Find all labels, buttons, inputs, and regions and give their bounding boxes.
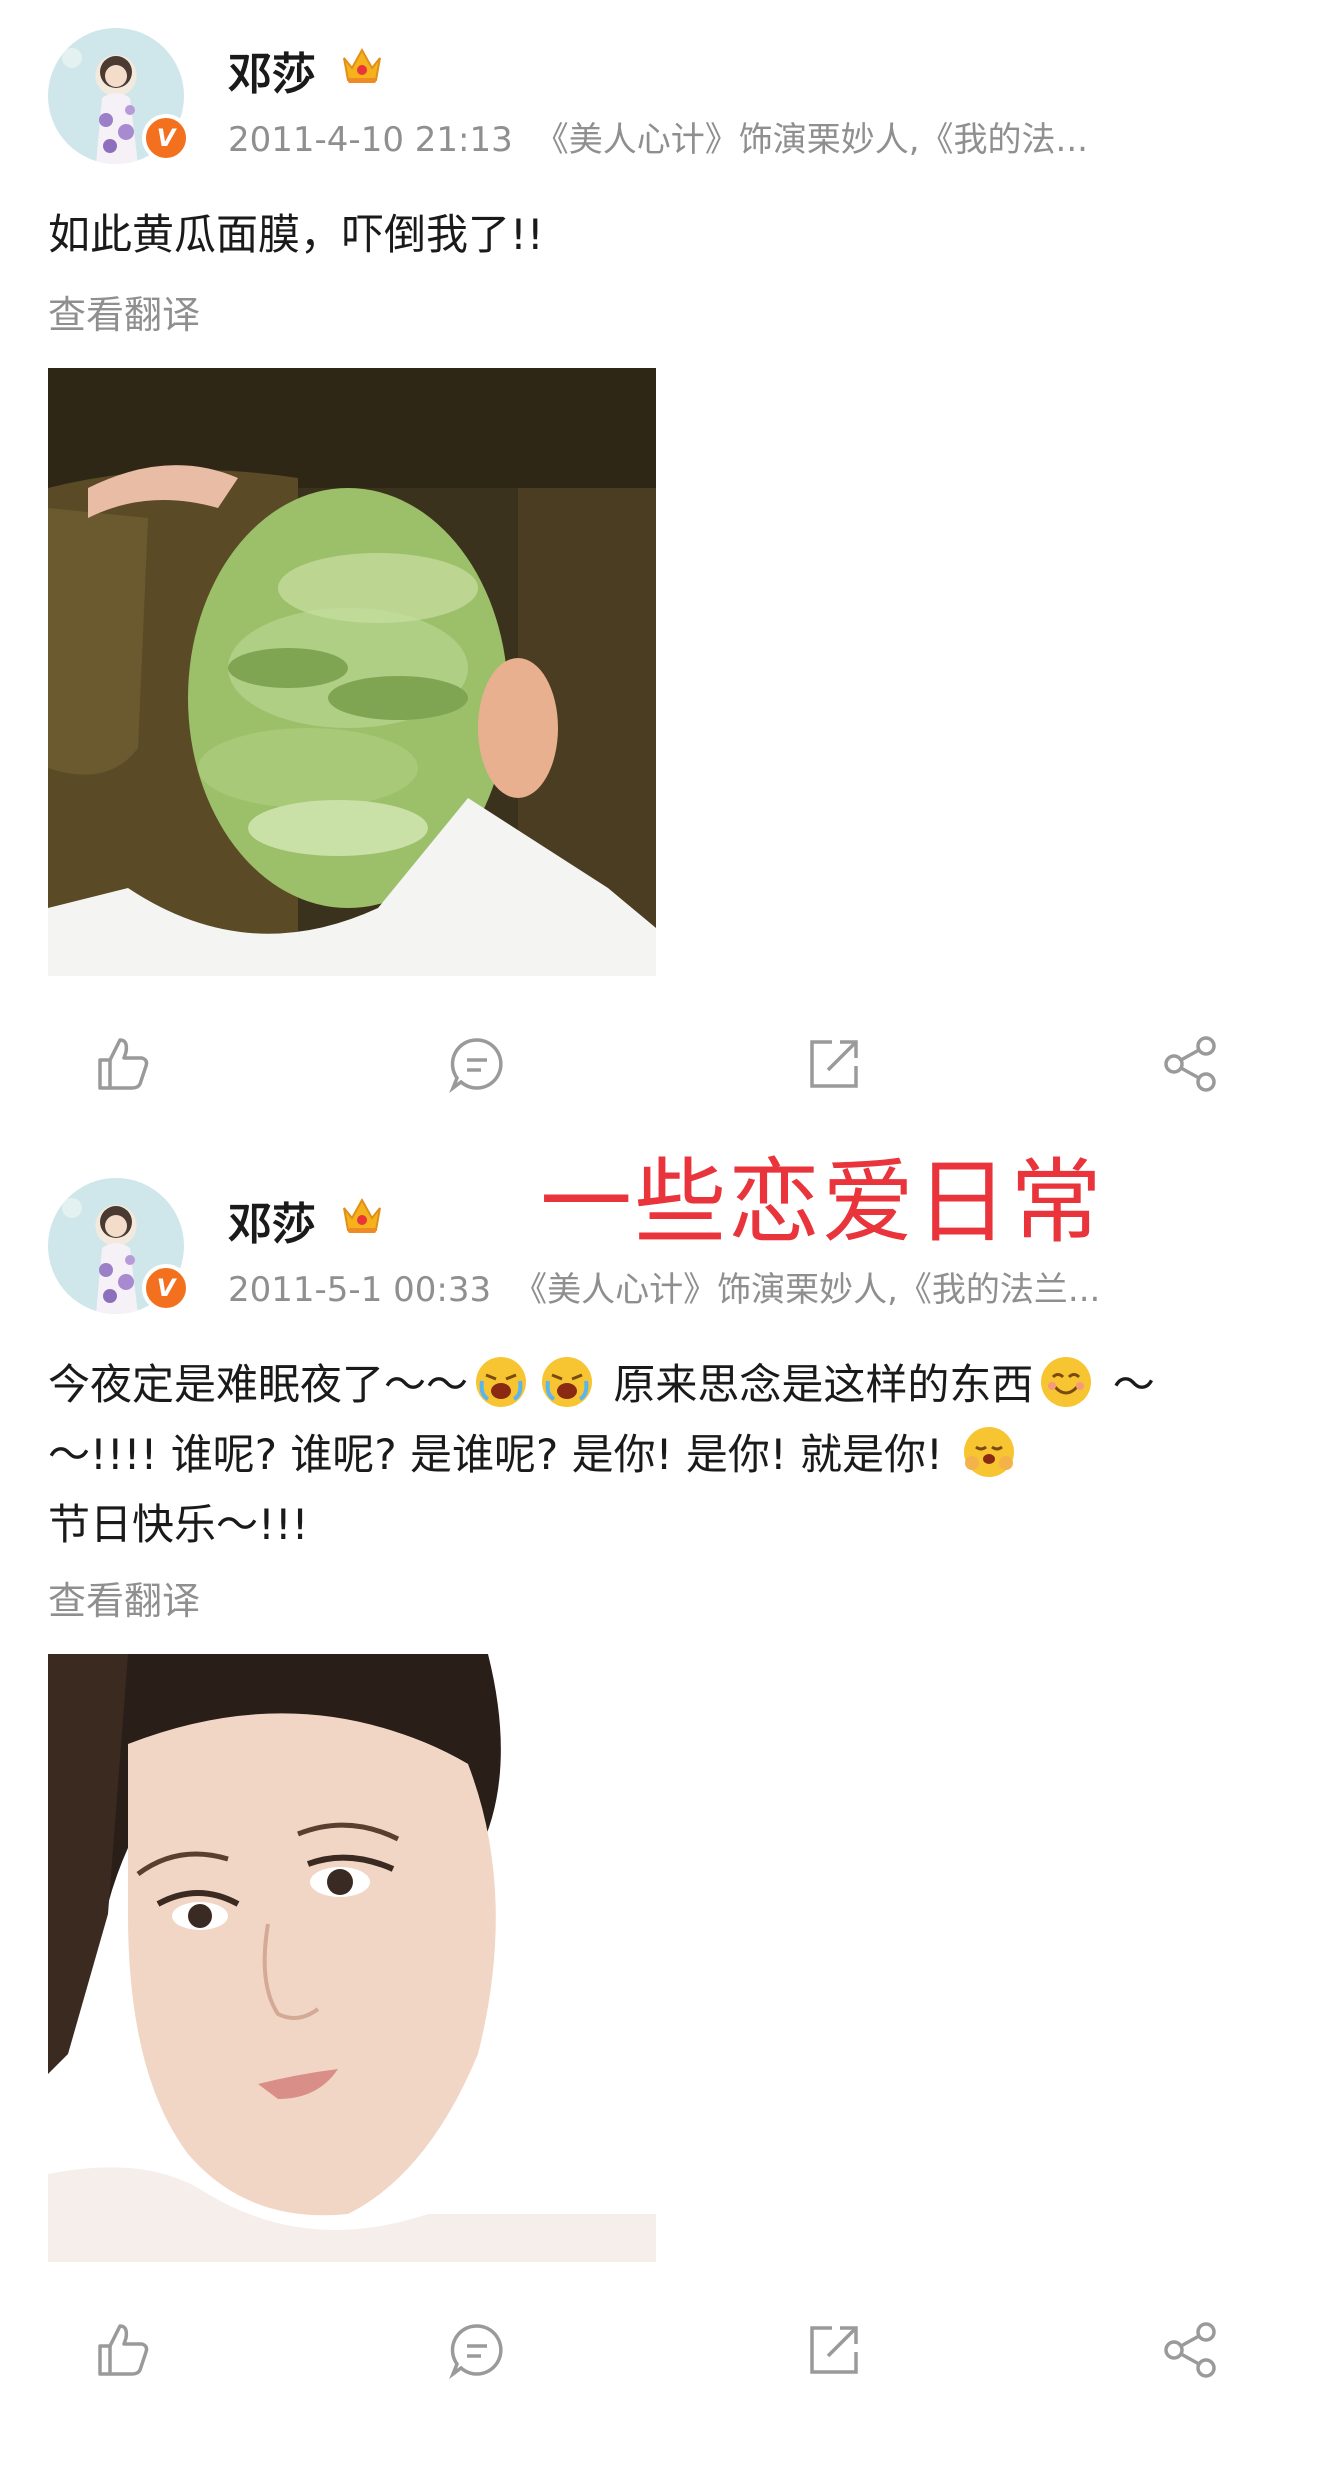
like-icon (98, 2324, 149, 2376)
action-bar (0, 1024, 1334, 1104)
smile-emoji-icon (1041, 1357, 1092, 1407)
post-text: 今夜定是难眠夜了～～ 原来思念是这样的东西 ～ ～!!!! 谁呢? 谁呢? 是谁… (48, 1350, 1268, 1560)
post-source: 《美人心计》饰演栗妙人,《我的法兰... (513, 1270, 1101, 1310)
crown-icon (343, 47, 381, 83)
repost-icon (810, 1040, 858, 1088)
text-segment: 今夜定是难眠夜了～～ (48, 1360, 469, 1409)
post-text-line: 节日快乐～!!! (48, 1500, 309, 1549)
weibo-post: V 邓莎 2011-5-1 00:33 《美人心计》饰演栗妙人,《我的法兰... … (0, 1150, 1334, 2460)
repost-button[interactable] (794, 1024, 874, 1104)
user-name[interactable]: 邓莎 (228, 38, 316, 102)
post-timestamp: 2011-5-1 00:33 (228, 1270, 492, 1310)
like-button[interactable] (82, 1024, 162, 1104)
post-image[interactable] (48, 368, 656, 976)
avatar[interactable]: V (48, 28, 190, 164)
crying-emoji-icon (476, 1357, 527, 1407)
like-button[interactable] (82, 2310, 162, 2390)
crown-icon (343, 1197, 381, 1233)
comment-button[interactable] (437, 2310, 517, 2390)
share-button[interactable] (1150, 1024, 1230, 1104)
comment-icon (449, 2324, 503, 2380)
share-icon (1164, 2322, 1216, 2378)
comment-icon (449, 1038, 503, 1094)
share-button[interactable] (1150, 2310, 1230, 2390)
post-text-line: ～!!!! 谁呢? 谁呢? 是谁呢? 是你! 是你! 就是你! (48, 1420, 1268, 1490)
weibo-post: V 邓莎 2011-4-10 21:13 《美人心计》饰演栗妙人,《我的法... … (0, 0, 1334, 1150)
verified-badge: V (142, 1264, 190, 1312)
post-meta: 2011-4-10 21:13 《美人心计》饰演栗妙人,《我的法... (228, 112, 1228, 161)
post-image[interactable] (48, 1654, 656, 2262)
text-segment: 原来思念是这样的东西 (613, 1360, 1034, 1409)
repost-icon (810, 2326, 858, 2374)
text-segment: ～ (1112, 1360, 1155, 1409)
crying-emoji-icon (542, 1357, 593, 1407)
comment-button[interactable] (437, 1024, 517, 1104)
text-segment: ～!!!! 谁呢? 谁呢? 是谁呢? 是你! 是你! 就是你! (48, 1430, 943, 1479)
translate-link[interactable]: 查看翻译 (48, 284, 200, 339)
avatar[interactable]: V (48, 1178, 190, 1314)
shy-emoji-icon (964, 1427, 1015, 1477)
post-text-line: 今夜定是难眠夜了～～ 原来思念是这样的东西 ～ (48, 1350, 1268, 1420)
share-icon (1164, 1036, 1216, 1092)
user-name[interactable]: 邓莎 (228, 1188, 316, 1252)
repost-button[interactable] (794, 2310, 874, 2390)
verified-badge: V (142, 114, 190, 162)
post-timestamp: 2011-4-10 21:13 (228, 120, 513, 160)
action-bar (0, 2310, 1334, 2390)
post-text: 如此黄瓜面膜，吓倒我了!! (48, 210, 544, 259)
translate-link[interactable]: 查看翻译 (48, 1570, 200, 1625)
post-meta: 2011-5-1 00:33 《美人心计》饰演栗妙人,《我的法兰... (228, 1262, 1228, 1311)
post-source: 《美人心计》饰演栗妙人,《我的法... (534, 120, 1088, 160)
like-icon (98, 1038, 149, 1090)
